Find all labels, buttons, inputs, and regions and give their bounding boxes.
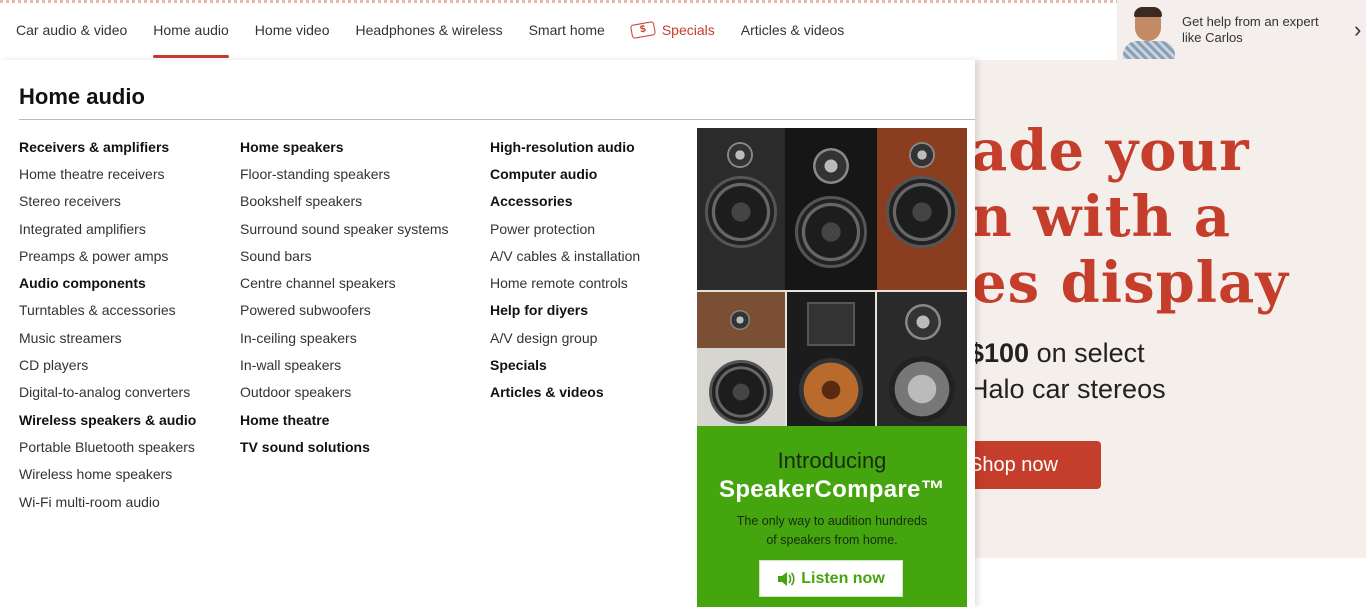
menu-column-3: High-resolution audio Computer audio Acc…	[490, 133, 640, 406]
expert-help-link[interactable]: Get help from an expert like Carlos ›	[1117, 0, 1366, 60]
menu-link[interactable]: Stereo receivers	[19, 188, 196, 215]
ad-desc-line1: The only way to audition hundreds	[736, 514, 928, 528]
expert-line2: like Carlos	[1182, 30, 1243, 45]
ad-green-panel: Introducing SpeakerCompare™ The only way…	[697, 426, 967, 607]
menu-link[interactable]: In-wall speakers	[240, 351, 449, 378]
menu-link[interactable]: A/V cables & installation	[490, 242, 640, 269]
menu-link[interactable]: Power protection	[490, 215, 640, 242]
menu-link[interactable]: Surround sound speaker systems	[240, 215, 449, 242]
menu-link[interactable]: Turntables & accessories	[19, 297, 196, 324]
promo-banner: ade your n with a es display $100 on sel…	[975, 60, 1366, 558]
expert-avatar	[1119, 1, 1179, 59]
nav-specials[interactable]: $ Specials	[629, 0, 715, 60]
nav-label: Headphones & wireless	[355, 22, 503, 38]
nav-label: Smart home	[528, 22, 605, 38]
speaker-image	[787, 292, 875, 426]
speaker-image	[877, 292, 967, 426]
speaker-image	[785, 128, 877, 290]
banner-subtext-2: Halo car stereos	[975, 374, 1166, 404]
chevron-right-icon: ›	[1354, 17, 1362, 42]
menu-heading[interactable]: High-resolution audio	[490, 133, 640, 160]
banner-headline-2: n with a	[975, 184, 1232, 250]
menu-link[interactable]: Home remote controls	[490, 269, 640, 296]
nav-home-audio[interactable]: Home audio	[153, 0, 229, 60]
menu-heading[interactable]: Help for diyers	[490, 297, 640, 324]
menu-link[interactable]: In-ceiling speakers	[240, 324, 449, 351]
speaker-image	[877, 128, 967, 290]
menu-link[interactable]: Portable Bluetooth speakers	[19, 433, 196, 460]
menu-link[interactable]: Wi-Fi multi-room audio	[19, 488, 196, 515]
menu-link[interactable]: Powered subwoofers	[240, 297, 449, 324]
banner-price: $100	[975, 338, 1030, 368]
menu-link[interactable]: Outdoor speakers	[240, 379, 449, 406]
nav-label: Specials	[661, 22, 715, 38]
banner-subtext-1: $100 on select	[975, 338, 1145, 369]
menu-heading[interactable]: Wireless speakers & audio	[19, 406, 196, 433]
menu-link[interactable]: Bookshelf speakers	[240, 188, 449, 215]
nav-home-video[interactable]: Home video	[255, 0, 330, 60]
banner-headline-1: ade your	[975, 118, 1250, 184]
ad-intro-text: Introducing	[777, 448, 887, 473]
menu-column-1: Receivers & amplifiers Home theatre rece…	[19, 133, 196, 515]
menu-title: Home audio	[19, 84, 145, 109]
expert-help-text: Get help from an expert like Carlos	[1182, 14, 1342, 46]
ad-description: The only way to audition hundreds of spe…	[697, 512, 967, 550]
banner-sub1-rest: on select	[1029, 338, 1145, 368]
menu-column-2: Home speakers Floor-standing speakers Bo…	[240, 133, 449, 461]
ad-desc-line2: of speakers from home.	[766, 533, 898, 547]
menu-link[interactable]: Music streamers	[19, 324, 196, 351]
menu-heading[interactable]: Articles & videos	[490, 379, 640, 406]
menu-heading[interactable]: Accessories	[490, 188, 640, 215]
menu-divider	[19, 119, 975, 120]
banner-headline-3: es display	[975, 250, 1289, 316]
speaker-image	[697, 292, 785, 426]
menu-heading[interactable]: TV sound solutions	[240, 433, 449, 460]
menu-link[interactable]: Floor-standing speakers	[240, 160, 449, 187]
nav-label: Articles & videos	[740, 22, 845, 38]
nav-label: Home audio	[153, 22, 229, 38]
listen-now-button[interactable]: Listen now	[759, 560, 903, 597]
menu-link[interactable]: Preamps & power amps	[19, 242, 196, 269]
menu-heading[interactable]: Audio components	[19, 269, 196, 296]
price-tag-icon: $	[629, 21, 656, 39]
menu-link[interactable]: Digital-to-analog converters	[19, 379, 196, 406]
menu-heading[interactable]: Computer audio	[490, 160, 640, 187]
menu-link[interactable]: Centre channel speakers	[240, 269, 449, 296]
speaker-image	[697, 128, 785, 290]
nav-label: Home video	[254, 22, 330, 38]
menu-link[interactable]: Wireless home speakers	[19, 461, 196, 488]
speakercompare-ad[interactable]: Introducing SpeakerCompare™ The only way…	[697, 128, 967, 607]
nav-car-audio[interactable]: Car audio & video	[16, 0, 127, 60]
speaker-volume-icon	[778, 571, 795, 586]
ad-brand-logo: SpeakerCompare™	[719, 476, 945, 503]
menu-link[interactable]: Integrated amplifiers	[19, 215, 196, 242]
menu-link[interactable]: Home theatre receivers	[19, 160, 196, 187]
listen-now-label: Listen now	[801, 569, 885, 587]
expert-line1: Get help from an expert	[1182, 14, 1319, 29]
menu-heading[interactable]: Specials	[490, 351, 640, 378]
menu-link[interactable]: CD players	[19, 351, 196, 378]
menu-link[interactable]: A/V design group	[490, 324, 640, 351]
shop-now-button[interactable]: Shop now	[975, 441, 1101, 489]
menu-heading[interactable]: Home speakers	[240, 133, 449, 160]
menu-heading[interactable]: Home theatre	[240, 406, 449, 433]
nav-label: Car audio & video	[16, 22, 128, 38]
nav-smart-home[interactable]: Smart home	[529, 0, 605, 60]
nav-headphones[interactable]: Headphones & wireless	[356, 0, 503, 60]
nav-articles[interactable]: Articles & videos	[741, 0, 844, 60]
menu-heading[interactable]: Receivers & amplifiers	[19, 133, 196, 160]
menu-link[interactable]: Sound bars	[240, 242, 449, 269]
main-nav: Car audio & video Home audio Home video …	[0, 0, 1116, 60]
speakers-photo	[697, 128, 967, 426]
